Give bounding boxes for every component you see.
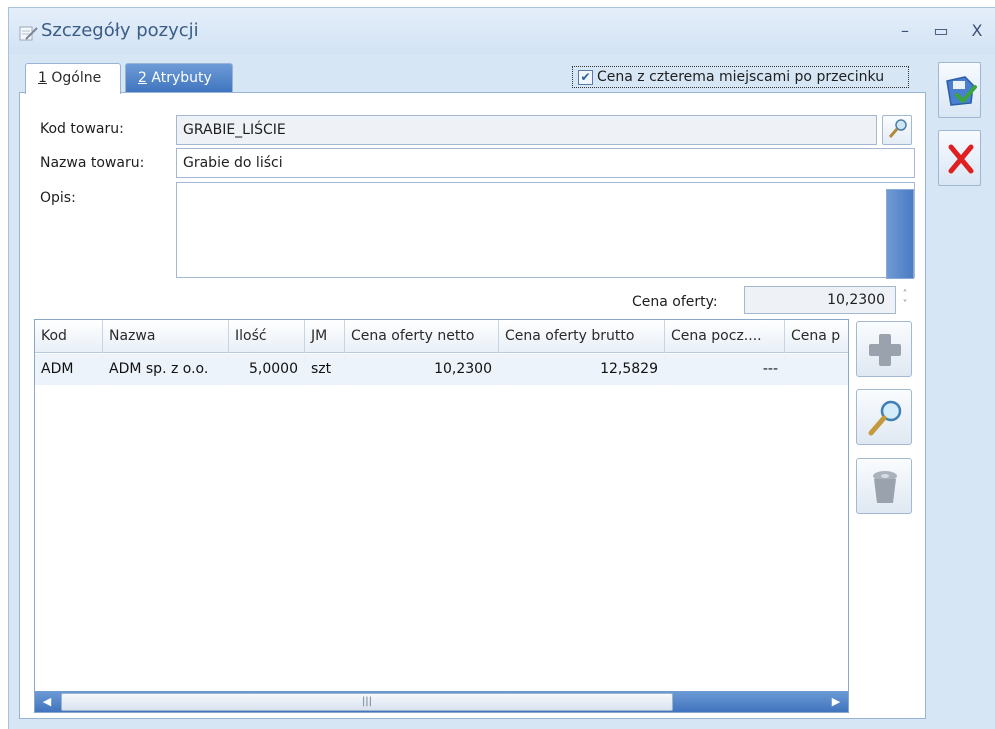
cena-oferty-field[interactable]: 10,2300 xyxy=(744,286,896,314)
pick-item-button[interactable] xyxy=(882,115,912,145)
grid-horizontal-scrollbar[interactable]: ◀ ||| ▶ xyxy=(35,691,848,712)
cell-cena-pocz: --- xyxy=(665,354,785,385)
close-button[interactable]: X xyxy=(965,20,989,42)
title-bar: Szczegóły pozycji – ▭ X xyxy=(9,8,995,54)
tab-atrybuty-label: Atrybuty xyxy=(146,70,212,86)
grid-header: Kod Nazwa Ilość JM Cena oferty netto Cen… xyxy=(35,320,848,353)
plus-icon xyxy=(869,334,901,366)
cell-jm: szt xyxy=(305,354,345,385)
cell-ilosc: 5,0000 xyxy=(229,354,305,385)
nazwa-towaru-label: Nazwa towaru: xyxy=(40,155,145,171)
cena-oferty-label: Cena oferty: xyxy=(632,294,718,310)
minimize-button[interactable]: – xyxy=(893,20,917,42)
kod-towaru-field[interactable]: GRABIE_LIŚCIE xyxy=(176,115,877,145)
opis-scrollbar[interactable] xyxy=(886,189,914,279)
delete-button[interactable] xyxy=(856,458,912,514)
magnifier-small-icon xyxy=(888,119,907,138)
nazwa-towaru-field[interactable]: Grabie do liści xyxy=(176,148,915,178)
col-kod[interactable]: Kod xyxy=(35,320,103,353)
tab-atrybuty[interactable]: 2 Atrybuty xyxy=(125,63,233,93)
tab-ogolne-label: Ogólne xyxy=(46,70,102,86)
four-decimals-checkbox[interactable]: ✔ Cena z czterema miejscami po przecinku xyxy=(572,66,909,88)
kod-towaru-label: Kod towaru: xyxy=(40,121,124,137)
magnifier-icon xyxy=(868,400,902,436)
col-cena-brutto[interactable]: Cena oferty brutto xyxy=(499,320,665,353)
cell-nazwa: ADM sp. z o.o. xyxy=(103,354,229,385)
tab-atrybuty-hotkey: 2 xyxy=(138,70,147,86)
scroll-thumb[interactable]: ||| xyxy=(61,693,673,711)
scroll-left-icon[interactable]: ◀ xyxy=(35,691,59,712)
opis-textarea[interactable] xyxy=(176,182,915,278)
dialog-window: Szczegóły pozycji – ▭ X 1 Ogólne 2 Atryb… xyxy=(8,7,995,729)
col-cena-pocz[interactable]: Cena pocz.... xyxy=(665,320,785,353)
maximize-button[interactable]: ▭ xyxy=(929,20,953,42)
add-button[interactable] xyxy=(856,321,912,377)
col-jm[interactable]: JM xyxy=(305,320,345,353)
trash-bin-icon xyxy=(873,471,897,503)
cena-spinner[interactable]: ˄ ˅ xyxy=(898,290,912,314)
document-pen-icon xyxy=(17,24,39,42)
offers-grid: Kod Nazwa Ilość JM Cena oferty netto Cen… xyxy=(34,319,849,713)
col-ilosc[interactable]: Ilość xyxy=(229,320,305,353)
preview-button[interactable] xyxy=(856,389,912,445)
cancel-button[interactable] xyxy=(938,130,981,186)
opis-label: Opis: xyxy=(40,190,76,206)
tab-ogolne-hotkey: 1 xyxy=(38,70,47,86)
cell-cena-p xyxy=(785,354,848,385)
save-button[interactable] xyxy=(938,62,981,118)
col-nazwa[interactable]: Nazwa xyxy=(103,320,229,353)
four-decimals-label: Cena z czterema miejscami po przecinku xyxy=(597,69,885,85)
col-cena-p[interactable]: Cena p xyxy=(785,320,848,353)
cell-kod: ADM xyxy=(35,354,103,385)
table-row[interactable]: ADM ADM sp. z o.o. 5,0000 szt 10,2300 12… xyxy=(35,354,848,385)
checkbox-check-icon[interactable]: ✔ xyxy=(578,70,593,85)
col-cena-netto[interactable]: Cena oferty netto xyxy=(345,320,499,353)
cell-cena-netto: 10,2300 xyxy=(345,354,499,385)
red-x-icon xyxy=(948,144,974,174)
window-title: Szczegóły pozycji xyxy=(41,20,199,41)
save-disk-check-icon xyxy=(946,76,977,106)
tab-ogolne[interactable]: 1 Ogólne xyxy=(25,63,121,94)
scroll-right-icon[interactable]: ▶ xyxy=(824,691,848,712)
cell-cena-brutto: 12,5829 xyxy=(499,354,665,385)
